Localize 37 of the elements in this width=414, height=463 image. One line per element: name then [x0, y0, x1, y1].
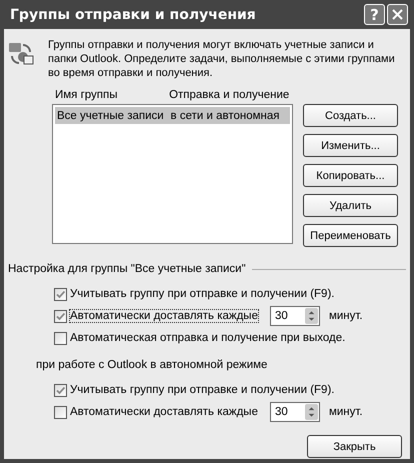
minutes-spinner[interactable]: 30: [270, 402, 320, 422]
option-label: Учитывать группу при отправке и получении (F9).: [70, 384, 334, 396]
send-receive-icon: [8, 40, 34, 66]
checkbox[interactable]: [54, 310, 67, 322]
minutes-spinner[interactable]: 30: [270, 306, 320, 326]
list-cell-text: в сети и автономная: [170, 110, 281, 122]
checkbox[interactable]: [54, 406, 67, 418]
up-down-arrows-icon[interactable]: [304, 308, 318, 324]
option-label: Автоматически доставлять каждые: [70, 310, 258, 322]
description-text: Группы отправки и получения могут включать учетные записи и папки Outlook. Определите задачи, выполняемые с этими группами во время отправки и получения.: [48, 38, 396, 80]
unit-label: минут.: [328, 310, 363, 322]
list-cell-text: Все учетные записи: [56, 110, 165, 122]
section-title: Настройка для группы "Все учетные записи": [8, 263, 246, 275]
close-icon: [392, 9, 403, 20]
checkbox[interactable]: [54, 384, 67, 396]
action-button[interactable]: Создать...: [303, 104, 398, 127]
action-button[interactable]: Удалить: [303, 194, 398, 217]
option-label: Автоматическая отправка и получение при выходе.: [70, 332, 346, 344]
window-title: Группы отправки и получения: [10, 6, 257, 22]
checkbox[interactable]: [54, 332, 67, 344]
section-title: при работе с Outlook в автономной режиме: [36, 359, 268, 371]
column-header[interactable]: Имя группы: [52, 89, 166, 104]
up-down-arrows-icon[interactable]: [304, 404, 318, 420]
close-button[interactable]: [387, 4, 408, 25]
help-button[interactable]: ?: [364, 4, 385, 25]
option-label: Автоматически доставлять каждые: [70, 406, 258, 418]
list-row[interactable]: Все учетные записи в сети и автономная: [55, 107, 290, 124]
close-dialog-button[interactable]: Закрыть: [307, 435, 402, 458]
action-button[interactable]: Копировать...: [303, 164, 398, 187]
unit-label: минут.: [328, 406, 363, 418]
option-label: Учитывать группу при отправке и получении (F9).: [70, 288, 334, 300]
checkbox[interactable]: [54, 288, 67, 300]
minutes-field[interactable]: 30: [270, 406, 305, 418]
action-button[interactable]: Переименовать: [303, 224, 398, 247]
action-button[interactable]: Изменить...: [303, 134, 398, 157]
column-header[interactable]: Отправка и получение: [166, 89, 293, 104]
minutes-field[interactable]: 30: [270, 310, 305, 322]
